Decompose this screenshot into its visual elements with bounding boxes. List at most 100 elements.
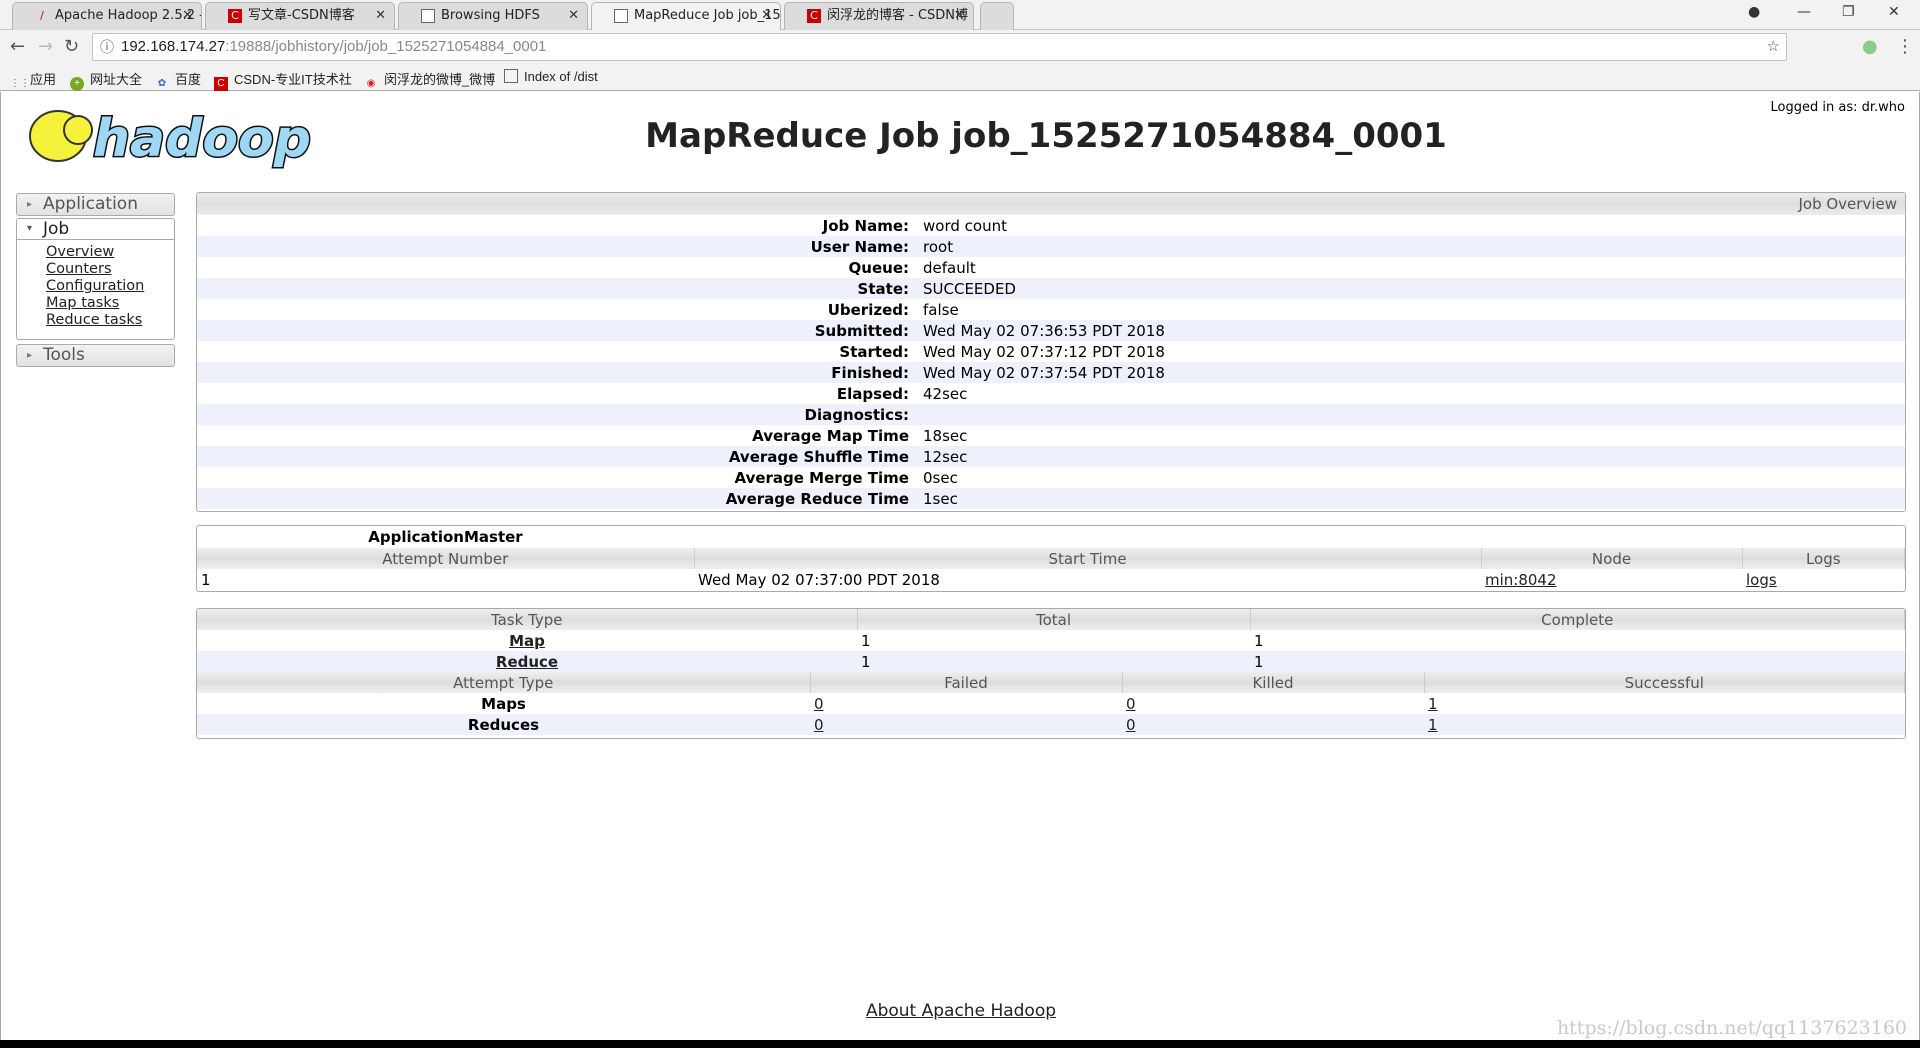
close-window-icon[interactable]: ✕: [1888, 4, 1900, 20]
overview-label: Queue:: [848, 258, 909, 277]
apps-icon: ⋮⋮: [10, 78, 30, 89]
extension-icon[interactable]: ●: [1862, 36, 1878, 57]
browser-tab[interactable]: C 写文章-CSDN博客 ✕: [205, 2, 395, 30]
restore-icon[interactable]: ❐: [1842, 4, 1855, 20]
minimize-icon[interactable]: —: [1797, 4, 1811, 20]
profile-icon[interactable]: ●: [1748, 4, 1760, 20]
bookmark[interactable]: ✿ 百度: [155, 69, 201, 91]
application-master-table: ApplicationMaster Attempt Number Start Ti…: [197, 526, 1905, 590]
job-overview-panel: Job Overview Job Name: word count User Nam…: [196, 192, 1906, 512]
overview-value: Wed May 02 07:37:12 PDT 2018: [923, 342, 1165, 361]
killed-link[interactable]: 0: [1126, 716, 1136, 734]
forward-icon[interactable]: →: [38, 36, 53, 57]
attempt-number: 1: [201, 570, 211, 589]
overview-value: 42sec: [923, 384, 968, 403]
close-tab-icon[interactable]: ✕: [761, 3, 772, 29]
am-title: ApplicationMaster: [368, 528, 523, 546]
close-tab-icon[interactable]: ✕: [568, 3, 579, 29]
overview-value: Wed May 02 07:36:53 PDT 2018: [919, 320, 1905, 341]
close-tab-icon[interactable]: ✕: [182, 3, 193, 29]
info-icon: ⓘ: [100, 39, 114, 55]
watermark: https://blog.csdn.net/qq1137623160: [1556, 1017, 1907, 1039]
attempt-type: Reduces: [197, 714, 810, 735]
overview-value: 18sec: [923, 426, 968, 445]
browser-tab-active[interactable]: MapReduce Job job_15 ✕: [591, 2, 781, 31]
bookmark[interactable]: C CSDN-专业IT技术社: [214, 69, 352, 91]
column-header[interactable]: Node: [1481, 548, 1743, 569]
total-count: 1: [861, 631, 871, 650]
column-header[interactable]: Attempt Number: [197, 548, 695, 569]
overview-label: Diagnostics:: [197, 404, 919, 425]
overview-label: Average Map Time: [752, 426, 909, 445]
url-input[interactable]: ⓘ 192.168.174.27:19888/jobhistory/job/job…: [92, 33, 1787, 61]
back-icon[interactable]: ←: [10, 36, 25, 57]
column-header[interactable]: Start Time: [694, 548, 1482, 569]
bookmark[interactable]: ◉ 闵浮龙的微博_微博: [364, 69, 496, 91]
overview-row: Job Name: word count: [197, 215, 1905, 236]
overview-row: State: SUCCEEDED: [197, 278, 1905, 299]
csdn-icon: C: [807, 9, 821, 23]
page-title: MapReduce Job job_1525271054884_0001: [645, 116, 1447, 156]
column-header: Failed: [810, 672, 1123, 693]
about-hadoop-link[interactable]: About Apache Hadoop: [866, 1001, 1056, 1021]
star-icon[interactable]: ☆: [1767, 34, 1780, 60]
overview-label: Job Name:: [822, 216, 909, 235]
weibo-icon: ◉: [366, 78, 376, 89]
baidu-icon: ✿: [157, 78, 167, 89]
sidebar-link-reduce-tasks[interactable]: Reduce tasks: [46, 312, 142, 328]
csdn-icon: C: [228, 9, 242, 23]
task-type-table: Task Type Total Complete Map 1 1 Reduce 1 1: [197, 609, 1905, 672]
map-tasks-link[interactable]: Map: [509, 632, 545, 650]
overview-row: Started: Wed May 02 07:37:12 PDT 2018: [197, 341, 1905, 362]
failed-link[interactable]: 0: [814, 716, 824, 734]
overview-row: Finished: Wed May 02 07:37:54 PDT 2018: [197, 362, 1905, 383]
menu-icon[interactable]: ⋮: [1896, 36, 1914, 57]
table-row: Reduce 1 1: [197, 651, 1905, 672]
job-overview-table: Job Name: word count User Name: root Queue: d…: [197, 215, 1905, 509]
bookmark-apps[interactable]: ⋮⋮应用: [10, 69, 56, 91]
caret-right-icon: ▸: [27, 199, 33, 210]
overview-value: false: [923, 300, 959, 319]
bookmark[interactable]: + 网址大全: [70, 69, 142, 91]
new-tab-button[interactable]: [980, 2, 1014, 30]
reduce-tasks-link[interactable]: Reduce: [496, 653, 558, 671]
browser-tab[interactable]: Browsing HDFS ✕: [398, 2, 588, 30]
browser-tab[interactable]: / Apache Hadoop 2.5.2 - ✕: [12, 2, 202, 30]
killed-link[interactable]: 0: [1126, 695, 1136, 713]
application-master-panel: ApplicationMaster Attempt Number Start Ti…: [196, 525, 1906, 592]
overview-label: Elapsed:: [836, 384, 909, 403]
hadoop-icon: /: [40, 9, 44, 22]
page-content: hadoop MapReduce Job job_1525271054884_0…: [0, 92, 1920, 1040]
overview-row: Average Reduce Time 1sec: [197, 488, 1905, 509]
page-icon: [614, 9, 628, 23]
sidebar-link-counters[interactable]: Counters: [46, 261, 112, 277]
column-header: Killed: [1122, 672, 1425, 693]
logged-in-user: Logged in as: dr.who: [1770, 100, 1905, 115]
successful-link[interactable]: 1: [1428, 695, 1438, 713]
close-tab-icon[interactable]: ✕: [375, 3, 386, 29]
sidebar-application[interactable]: ▸ Application: [16, 193, 175, 216]
complete-count: 1: [1250, 651, 1905, 672]
overview-row: Average Merge Time 0sec: [197, 467, 1905, 488]
table-row: Reduces 0 0 1: [197, 714, 1905, 735]
reload-icon[interactable]: ↻: [64, 36, 79, 57]
column-header[interactable]: Logs: [1742, 548, 1905, 569]
sidebar-link-configuration[interactable]: Configuration: [46, 278, 144, 294]
successful-link[interactable]: 1: [1428, 716, 1438, 734]
browser-tab[interactable]: C 闵浮龙的博客 - CSDN博 ✕: [784, 2, 974, 30]
sidebar-job[interactable]: ▾ Job: [17, 219, 174, 240]
complete-count: 1: [1254, 631, 1264, 650]
overview-value: [919, 404, 1905, 425]
sidebar-tools[interactable]: ▸ Tools: [16, 344, 175, 367]
close-tab-icon[interactable]: ✕: [954, 3, 965, 29]
failed-link[interactable]: 0: [814, 695, 824, 713]
logs-link[interactable]: logs: [1746, 571, 1777, 589]
overview-label: Average Shuffle Time: [197, 446, 919, 467]
node-link[interactable]: min:8042: [1485, 571, 1557, 589]
overview-label: Submitted:: [197, 320, 919, 341]
bookmark[interactable]: Index of /dist: [504, 69, 598, 84]
sidebar-link-map-tasks[interactable]: Map tasks: [46, 295, 119, 311]
attempt-type-table: Attempt Type Failed Killed Successful Maps 0…: [197, 672, 1905, 735]
sidebar-link-overview[interactable]: Overview: [46, 244, 114, 260]
tasks-panel: Task Type Total Complete Map 1 1 Reduce 1 1 At…: [196, 608, 1906, 739]
